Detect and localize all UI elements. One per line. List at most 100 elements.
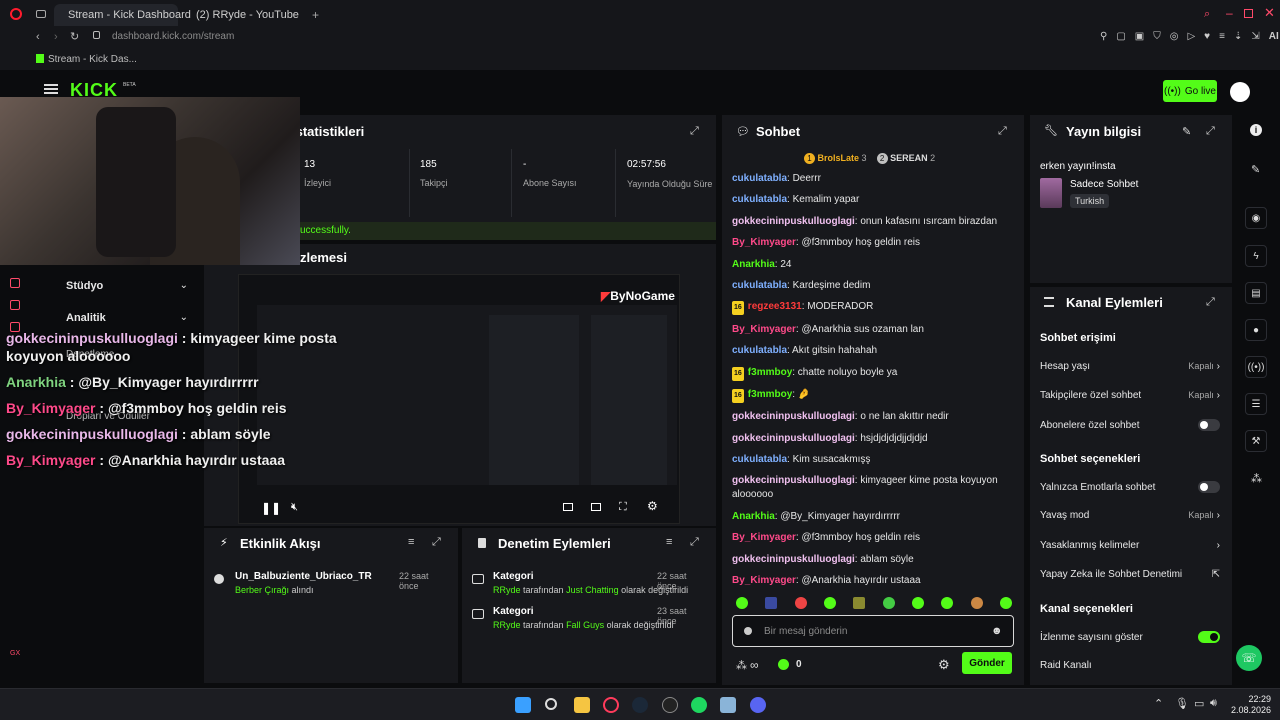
setting-followers-only[interactable]: Takipçilere özel sohbet Kapalı › bbox=[1040, 390, 1220, 401]
menu-icon[interactable]: ≡ bbox=[1219, 31, 1225, 42]
pin-icon[interactable]: ⚲ bbox=[1100, 31, 1107, 42]
chat-username[interactable]: gokkecininpuskulluoglagi bbox=[732, 216, 855, 227]
points-icon[interactable] bbox=[778, 659, 789, 670]
emote-icon[interactable] bbox=[999, 597, 1012, 609]
windows-start-icon[interactable] bbox=[515, 697, 531, 713]
chat-username[interactable]: cukulatabla bbox=[732, 194, 787, 205]
filter-icon[interactable]: ≡ bbox=[666, 536, 672, 548]
forward-icon[interactable]: › bbox=[54, 31, 58, 43]
expand-icon[interactable]: ⤢ bbox=[690, 536, 699, 549]
users-icon[interactable]: ⁂ bbox=[736, 659, 747, 672]
go-live-button[interactable]: ((•)) Go live bbox=[1163, 80, 1217, 102]
mute-icon[interactable]: 🔇︎ bbox=[291, 501, 298, 514]
chat-username[interactable]: gokkecininpuskulluoglagi bbox=[732, 475, 855, 486]
chat-username[interactable]: Anarkhia bbox=[732, 511, 775, 522]
mic-icon[interactable]: 🎙︎ bbox=[1175, 697, 1189, 710]
rail-icon[interactable] bbox=[10, 300, 20, 310]
chat-username[interactable]: cukulatabla bbox=[732, 280, 787, 291]
chat-username[interactable]: cukulatabla bbox=[732, 454, 787, 465]
info-icon[interactable]: i bbox=[1250, 124, 1262, 136]
tab-icon[interactable]: ▣ bbox=[1135, 31, 1144, 42]
reload-icon[interactable]: ↻ bbox=[70, 30, 79, 43]
network-icon[interactable]: ▭ bbox=[1194, 697, 1204, 710]
new-tab-button[interactable]: + bbox=[312, 8, 319, 22]
spotify-icon[interactable] bbox=[691, 697, 707, 713]
emote-icon[interactable] bbox=[736, 597, 748, 609]
emote-icon[interactable] bbox=[970, 597, 983, 609]
chat-username[interactable]: By_Kimyager bbox=[732, 532, 796, 543]
app-icon[interactable] bbox=[720, 697, 736, 713]
file-explorer-icon[interactable] bbox=[574, 697, 590, 713]
maximize-button[interactable] bbox=[1244, 9, 1253, 18]
expand-icon[interactable]: ⤢ bbox=[1206, 296, 1215, 309]
extensions-icon[interactable]: ⇲ bbox=[1251, 31, 1259, 42]
chat-username[interactable]: f3mmboy bbox=[748, 367, 792, 378]
filter-icon[interactable]: ≡ bbox=[408, 536, 414, 548]
settings-gear-icon[interactable]: ⚙ bbox=[647, 499, 658, 513]
play-icon[interactable]: ▷ bbox=[1187, 31, 1195, 42]
chat-username[interactable]: regzee3131 bbox=[748, 301, 802, 312]
chat-username[interactable]: gokkecininpuskulluoglagi bbox=[732, 411, 855, 422]
nav-item-studio[interactable]: Stüdyo ⌄ bbox=[44, 280, 188, 292]
avatar[interactable] bbox=[1230, 82, 1250, 102]
workspaces-icon[interactable] bbox=[36, 10, 46, 18]
chat-username[interactable]: gokkecininpuskulluoglagi bbox=[732, 433, 855, 444]
top-chatter[interactable]: 2 SEREAN 2 bbox=[876, 153, 935, 164]
setting-ai-moderation[interactable]: Yapay Zeka ile Sohbet Denetimi ⇱ bbox=[1040, 569, 1220, 580]
expand-icon[interactable]: ⤢ bbox=[432, 536, 441, 549]
pip-icon[interactable] bbox=[591, 503, 601, 511]
chat-username[interactable]: By_Kimyager bbox=[732, 237, 796, 248]
tab-kick-dashboard[interactable]: Stream - Kick Dashboard bbox=[54, 4, 191, 26]
setting-slow-mode[interactable]: Yavaş mod Kapalı › bbox=[1040, 510, 1220, 521]
document-rail-icon[interactable]: ▤ bbox=[1245, 282, 1267, 304]
emote-icon[interactable] bbox=[823, 597, 836, 609]
support-button[interactable]: ☏ bbox=[1236, 645, 1262, 671]
emotes-only-toggle[interactable] bbox=[1198, 481, 1220, 493]
broadcast-rail-icon[interactable]: ((•)) bbox=[1245, 356, 1267, 378]
url-field[interactable]: dashboard.kick.com/stream bbox=[112, 31, 234, 42]
users-rail-icon[interactable]: ⁂ bbox=[1251, 472, 1262, 485]
chat-username[interactable]: Anarkhia bbox=[732, 259, 775, 270]
volume-icon[interactable]: 🔊︎ bbox=[1210, 697, 1217, 710]
chat-settings-icon[interactable]: ⚙ bbox=[938, 657, 950, 673]
discord-icon[interactable] bbox=[750, 697, 766, 713]
chat-username[interactable]: By_Kimyager bbox=[732, 575, 796, 586]
emote-icon[interactable] bbox=[911, 597, 924, 609]
download-icon[interactable]: ⇣ bbox=[1234, 31, 1242, 42]
tab-youtube[interactable]: (2) RRyde - YouTube bbox=[182, 4, 306, 26]
expand-icon[interactable]: ⤢ bbox=[1206, 125, 1215, 138]
emote-icon[interactable] bbox=[794, 597, 807, 609]
nav-item-analytics[interactable]: Analitik ⌄ bbox=[44, 312, 188, 324]
chat-username[interactable]: f3mmboy bbox=[748, 389, 792, 400]
obs-icon[interactable] bbox=[662, 697, 678, 713]
camera-icon[interactable]: ◎ bbox=[1170, 31, 1179, 42]
lightning-rail-icon[interactable]: ϟ bbox=[1245, 245, 1267, 267]
close-window-button[interactable]: ✕ bbox=[1264, 5, 1275, 21]
ai-button[interactable]: AI bbox=[1269, 31, 1279, 42]
chat-input[interactable]: Bir mesaj gönderin ☻ bbox=[732, 615, 1014, 647]
emote-icon[interactable] bbox=[853, 597, 866, 609]
chat-rail-icon[interactable]: ● bbox=[1245, 319, 1267, 341]
search-icon[interactable] bbox=[545, 698, 557, 710]
pencil-icon[interactable]: ✎ bbox=[1251, 163, 1260, 176]
show-viewcount-toggle[interactable] bbox=[1198, 631, 1220, 643]
clock[interactable]: 22:29 2.08.2026 bbox=[1221, 694, 1271, 716]
category-name[interactable]: Sadece Sohbet bbox=[1070, 179, 1138, 190]
expand-icon[interactable]: ⤢ bbox=[690, 125, 699, 138]
emote-icon[interactable] bbox=[882, 597, 895, 609]
camera-rail-icon[interactable]: ◉ bbox=[1245, 207, 1267, 229]
expand-icon[interactable]: ⤢ bbox=[998, 125, 1007, 138]
steam-icon[interactable] bbox=[632, 697, 648, 713]
fullscreen-icon[interactable]: ⛶ bbox=[619, 501, 627, 514]
rail-icon[interactable] bbox=[10, 278, 20, 288]
setting-banned-words[interactable]: Yasaklanmış kelimeler › bbox=[1040, 540, 1220, 551]
top-chatter[interactable]: 1 BrolsLate 3 bbox=[804, 153, 867, 164]
activity-user[interactable]: Un_Balbuziente_Ubriaco_TR bbox=[235, 571, 372, 582]
subscribers-only-toggle[interactable] bbox=[1198, 419, 1220, 431]
bookmark-stream[interactable]: Stream - Kick Das... bbox=[48, 54, 137, 65]
opera-logo-icon[interactable] bbox=[10, 8, 22, 20]
shield-icon[interactable]: ⛉ bbox=[1153, 31, 1161, 42]
back-icon[interactable]: ‹ bbox=[36, 31, 40, 43]
snapshot-icon[interactable]: ▢ bbox=[1116, 31, 1125, 42]
edit-icon[interactable]: ✎ bbox=[1182, 125, 1191, 138]
